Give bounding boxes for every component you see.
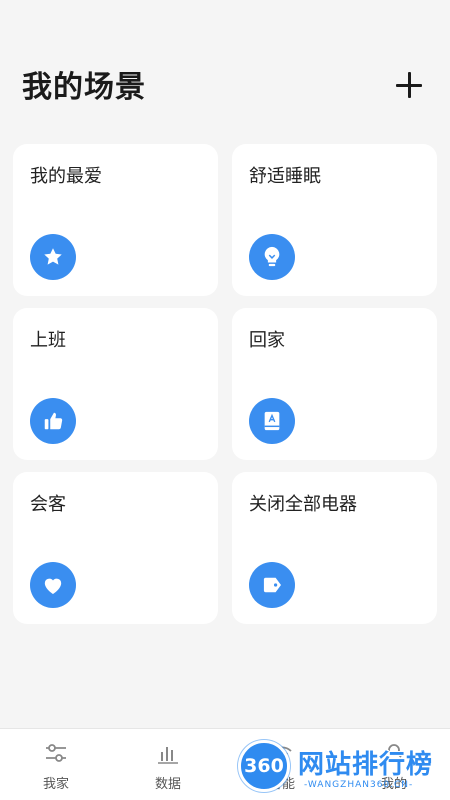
- star-icon: [30, 234, 76, 280]
- scene-label: 舒适睡眠: [249, 166, 321, 187]
- thumbs-up-icon: [30, 398, 76, 444]
- scene-card-favorite[interactable]: 我的最爱: [13, 144, 218, 296]
- add-scene-button[interactable]: [392, 68, 426, 102]
- tab-label: 智能: [268, 777, 295, 792]
- bar-chart-icon: [158, 747, 178, 764]
- scene-card-home[interactable]: 回家: [232, 308, 437, 460]
- tab-label: 我的: [380, 777, 407, 792]
- tab-data[interactable]: 数据: [112, 729, 224, 800]
- user-icon: [388, 744, 402, 758]
- heart-icon: [30, 562, 76, 608]
- sliders-icon: [46, 744, 66, 762]
- bottom-tab-bar: 我家 数据 智能 我的: [0, 728, 450, 800]
- tab-label: 数据: [154, 777, 181, 792]
- scene-card-work[interactable]: 上班: [13, 308, 218, 460]
- page-title: 我的场景: [22, 70, 146, 105]
- scene-label: 关闭全部电器: [249, 494, 357, 515]
- tab-smart[interactable]: 智能: [226, 729, 338, 800]
- scene-label: 我的最爱: [30, 166, 102, 187]
- scene-grid: 我的最爱 舒适睡眠 上班 回家 会客 关闭全部电器: [13, 144, 437, 624]
- scene-label: 回家: [249, 330, 285, 351]
- book-icon: [249, 398, 295, 444]
- scene-card-guest[interactable]: 会客: [13, 472, 218, 624]
- tab-home[interactable]: 我家: [0, 729, 112, 800]
- scene-label: 会客: [30, 494, 66, 515]
- scene-card-all-off[interactable]: 关闭全部电器: [232, 472, 437, 624]
- wifi-icon: [272, 746, 292, 759]
- lightbulb-icon: [249, 234, 295, 280]
- tab-label: 我家: [42, 777, 69, 792]
- scene-label: 上班: [30, 330, 66, 351]
- header: 我的场景: [0, 0, 450, 130]
- scene-card-sleep[interactable]: 舒适睡眠: [232, 144, 437, 296]
- tab-mine[interactable]: 我的: [338, 729, 450, 800]
- tag-icon: [249, 562, 295, 608]
